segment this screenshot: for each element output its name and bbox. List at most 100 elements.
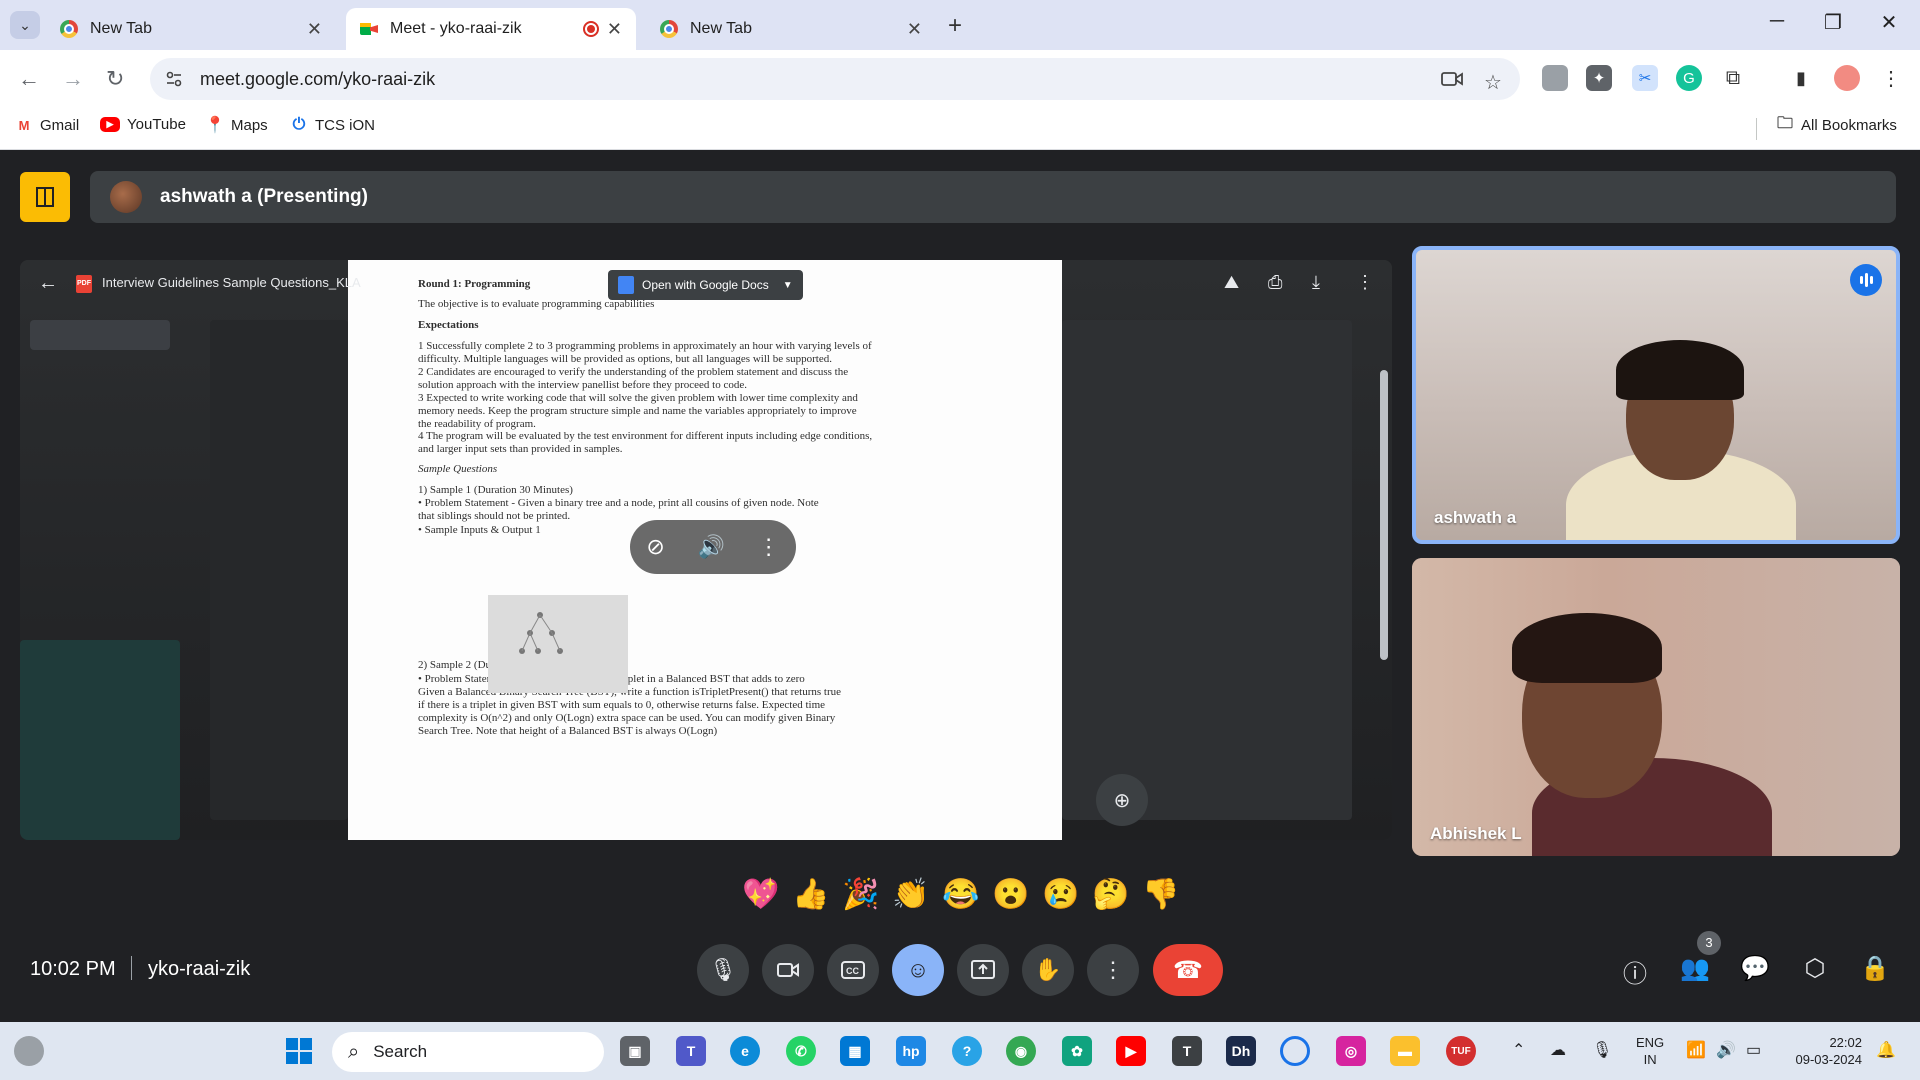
reaction-thumbs-down-button[interactable]: 👎 xyxy=(1136,877,1186,912)
taskbar-search-box[interactable]: ⌕ Search xyxy=(332,1032,604,1072)
tab-new-tab-2[interactable]: New Tab ✕ xyxy=(646,8,936,50)
download-icon[interactable]: ⤓ xyxy=(1312,272,1320,293)
print-icon[interactable]: ⎙ xyxy=(1268,272,1282,293)
reaction-crying-button[interactable]: 😢 xyxy=(1036,877,1086,912)
app-icon-dh[interactable]: Dh xyxy=(1226,1036,1256,1066)
youtube-taskbar-icon[interactable]: ▶ xyxy=(1116,1036,1146,1066)
tab-search-button[interactable]: ⌄ xyxy=(10,11,40,39)
notifications-icon[interactable]: 🔔 xyxy=(1876,1040,1896,1060)
restore-button[interactable]: ❐ xyxy=(1810,10,1856,35)
chatgpt-icon[interactable]: ✿ xyxy=(1062,1036,1092,1066)
chrome-taskbar-icon[interactable]: ◉ xyxy=(1006,1036,1036,1066)
zoom-in-button[interactable]: ⊕ xyxy=(1096,774,1148,826)
reaction-laughing-button[interactable]: 😂 xyxy=(936,877,986,912)
file-explorer-icon[interactable]: ▬ xyxy=(1390,1036,1420,1066)
profile-avatar[interactable] xyxy=(1834,65,1860,91)
myhp-icon[interactable]: hp xyxy=(896,1036,926,1066)
battery-icon[interactable]: ▭ xyxy=(1746,1040,1761,1060)
task-view-icon[interactable]: ▣ xyxy=(620,1036,650,1066)
forward-button[interactable]: → xyxy=(62,66,84,92)
instagram-icon[interactable]: ◎ xyxy=(1336,1036,1366,1066)
send-reaction-button[interactable]: ☺ xyxy=(892,944,944,996)
back-button[interactable]: ← xyxy=(18,66,40,92)
open-with-google-docs-button[interactable]: Open with Google Docs ▼ xyxy=(608,270,803,300)
close-icon[interactable]: ✕ xyxy=(907,19,922,40)
back-arrow-icon[interactable]: ← xyxy=(38,272,58,295)
taskbar-clock[interactable]: 22:02 09-03-2024 xyxy=(1786,1034,1863,1068)
more-options-icon[interactable]: ⋮ xyxy=(758,534,780,560)
extension-icon-1[interactable] xyxy=(1542,65,1568,91)
onedrive-icon[interactable]: ☁ xyxy=(1550,1040,1566,1060)
bookmark-tcs-ion[interactable]: ⏻ TCS iON xyxy=(290,116,375,134)
site-settings-icon[interactable] xyxy=(164,69,184,89)
whatsapp-icon[interactable]: ✆ xyxy=(786,1036,816,1066)
chat-icon[interactable]: 💬 xyxy=(1740,954,1770,984)
url-text[interactable]: meet.google.com/yko-raai-zik xyxy=(200,69,435,90)
edge-icon[interactable]: e xyxy=(730,1036,760,1066)
tab-meet[interactable]: Meet - yko-raai-zik ✕ xyxy=(346,8,636,50)
tuf-icon[interactable]: TUF xyxy=(1446,1036,1476,1066)
pin-off-icon[interactable]: ⊘ xyxy=(646,534,664,560)
more-options-icon[interactable]: ⋮ xyxy=(1356,272,1374,293)
raise-hand-button[interactable]: ✋ xyxy=(1022,944,1074,996)
bookmark-gmail[interactable]: M Gmail xyxy=(15,116,80,134)
leave-call-button[interactable]: ☎ xyxy=(1153,944,1223,996)
cortana-icon[interactable] xyxy=(1280,1036,1310,1066)
chrome-icon xyxy=(60,20,78,38)
participant-tile-abhishek[interactable]: Abhishek L xyxy=(1412,558,1900,856)
reaction-thinking-button[interactable]: 🤔 xyxy=(1086,877,1136,912)
dropdown-caret-icon[interactable]: ▼ xyxy=(783,280,793,291)
extensions-puzzle-icon[interactable]: ⧉ xyxy=(1720,65,1746,91)
windows-start-icon[interactable] xyxy=(284,1036,314,1066)
language-indicator[interactable]: ENG IN xyxy=(1636,1034,1664,1068)
extension-icon-2[interactable]: ✦ xyxy=(1586,65,1612,91)
tcs-ion-icon: ⏻ xyxy=(292,116,306,133)
change-layout-button[interactable] xyxy=(20,172,70,222)
microphone-button[interactable]: 🎙 xyxy=(697,944,749,996)
present-now-button[interactable] xyxy=(957,944,1009,996)
weather-icon[interactable] xyxy=(14,1036,44,1066)
help-icon[interactable]: ? xyxy=(952,1036,982,1066)
people-icon[interactable]: 👥 xyxy=(1680,954,1710,984)
captions-button[interactable]: CC xyxy=(827,944,879,996)
pdf-scrollbar[interactable] xyxy=(1380,370,1388,660)
tab-new-tab-1[interactable]: New Tab ✕ xyxy=(46,8,336,50)
camera-button[interactable] xyxy=(762,944,814,996)
reaction-heart-button[interactable]: 💖 xyxy=(736,877,786,912)
new-tab-button[interactable]: + xyxy=(948,12,962,40)
all-bookmarks-button[interactable]: 🗀 All Bookmarks xyxy=(1776,115,1897,134)
more-options-button[interactable]: ⋮ xyxy=(1087,944,1139,996)
close-icon[interactable]: ✕ xyxy=(307,19,322,40)
reload-button[interactable]: ↻ xyxy=(106,66,124,92)
window-close-button[interactable]: ✕ xyxy=(1866,10,1912,35)
reaction-surprised-button[interactable]: 😮 xyxy=(986,877,1036,912)
grammarly-icon[interactable]: G xyxy=(1676,65,1702,91)
camera-in-use-icon[interactable] xyxy=(1440,69,1464,89)
chrome-menu-icon[interactable]: ⋮ xyxy=(1878,65,1904,91)
host-controls-icon[interactable]: 🔒 xyxy=(1860,954,1890,984)
bookmark-maps[interactable]: 📍 Maps xyxy=(205,116,268,135)
wifi-icon[interactable]: 📶 xyxy=(1686,1040,1706,1060)
address-bar[interactable]: meet.google.com/yko-raai-zik ☆ xyxy=(150,58,1520,100)
reaction-thumbs-up-button[interactable]: 👍 xyxy=(786,877,836,912)
side-panel-icon[interactable]: ▮ xyxy=(1788,65,1814,91)
extension-icon-3[interactable]: ✂ xyxy=(1632,65,1658,91)
presentation-stage[interactable]: Round 1: Programming The objective is to … xyxy=(20,260,1392,840)
volume-tray-icon[interactable]: 🔊 xyxy=(1716,1040,1736,1060)
reaction-party-popper-button[interactable]: 🎉 xyxy=(836,877,886,912)
typora-icon[interactable]: T xyxy=(1172,1036,1202,1066)
chevron-up-icon[interactable]: ⌃ xyxy=(1512,1040,1525,1060)
reaction-clap-button[interactable]: 👏 xyxy=(886,877,936,912)
bookmark-star-icon[interactable]: ☆ xyxy=(1484,70,1502,95)
add-to-drive-icon[interactable]: ⛰ xyxy=(1224,272,1239,293)
meeting-details-icon[interactable]: ⓘ xyxy=(1620,954,1650,988)
close-icon[interactable]: ✕ xyxy=(607,19,622,40)
volume-icon[interactable]: 🔊 xyxy=(698,534,725,560)
activities-icon[interactable]: ⬡ xyxy=(1800,954,1830,984)
minimize-button[interactable]: ─ xyxy=(1754,10,1800,33)
microphone-tray-icon[interactable]: 🎙 xyxy=(1592,1040,1612,1060)
bookmark-youtube[interactable]: ▶ YouTube xyxy=(100,116,186,133)
teams-icon[interactable]: T xyxy=(676,1036,706,1066)
participant-tile-ashwath[interactable]: ashwath a xyxy=(1412,246,1900,544)
microsoft-store-icon[interactable]: ▦ xyxy=(840,1036,870,1066)
